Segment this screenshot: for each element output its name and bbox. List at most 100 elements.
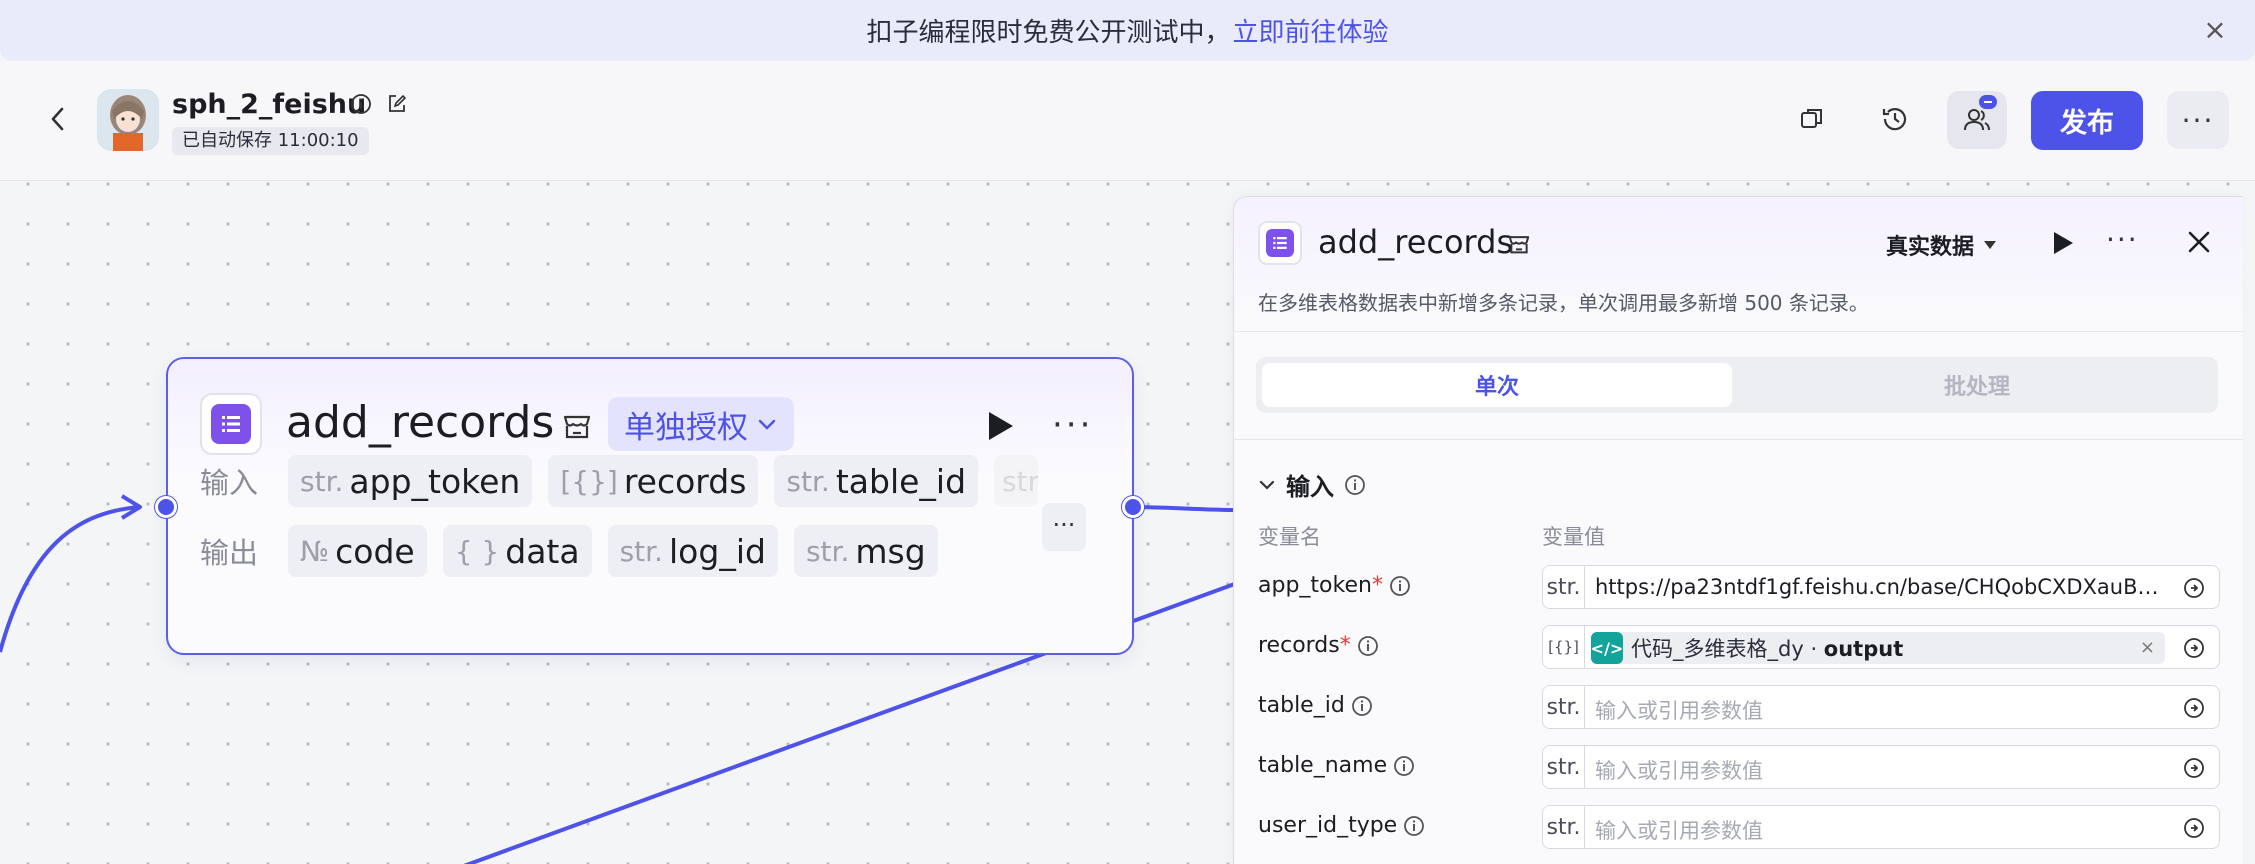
close-icon[interactable] <box>2184 227 2214 257</box>
chevron-down-icon <box>758 419 776 430</box>
param-label: user_id_type <box>1258 813 1425 838</box>
field-value[interactable]: https://pa23ntdf1gf.feishu.cn/base/CHQob… <box>1595 575 2165 599</box>
required-mark: * <box>1371 573 1383 598</box>
app-name-actions <box>350 93 408 115</box>
type-badge: str. <box>1543 806 1585 848</box>
table-id-field[interactable]: str. 输入或引用参数值 <box>1542 685 2220 729</box>
input-port[interactable] <box>155 496 177 518</box>
variable-reference-icon[interactable] <box>2183 757 2205 779</box>
param-row-records: records * [{}] </> 代码_多维表格_dy · output × <box>1258 625 2220 669</box>
plugin-store-icon <box>560 409 594 443</box>
info-icon[interactable] <box>1393 755 1415 777</box>
table-name-field[interactable]: str. 输入或引用参数值 <box>1542 745 2220 789</box>
info-icon[interactable] <box>1389 575 1411 597</box>
app-token-field[interactable]: str. https://pa23ntdf1gf.feishu.cn/base/… <box>1542 565 2220 609</box>
type-badge: № <box>300 534 330 568</box>
node-outputs-row: 输出 № code { } data str. log_id str. msg <box>200 525 938 577</box>
play-icon[interactable] <box>980 407 1018 445</box>
node-more-icon[interactable]: ··· <box>1052 405 1093 445</box>
variable-reference-icon[interactable] <box>2183 817 2205 839</box>
reference-label: 代码_多维表格_dy · output <box>1631 633 1903 663</box>
type-badge: str. <box>786 464 830 498</box>
more-inputs-button[interactable]: ··· <box>1042 503 1086 551</box>
column-header-name: 变量名 <box>1258 525 1321 549</box>
variable-reference-icon[interactable] <box>2183 637 2205 659</box>
field-placeholder: 输入或引用参数值 <box>1595 699 1763 723</box>
output-tag: str. log_id <box>607 525 778 577</box>
tab-batch[interactable]: 批处理 <box>1742 363 2212 407</box>
code-icon: </> <box>1591 632 1623 664</box>
input-tag: [{}] records <box>548 455 759 507</box>
close-icon[interactable]: × <box>2201 16 2229 44</box>
collaborators-button[interactable] <box>1947 91 2007 149</box>
reference-separator: · <box>1803 637 1824 661</box>
param-label: table_id <box>1258 693 1373 718</box>
info-icon[interactable] <box>1351 695 1373 717</box>
reference-field: output <box>1823 637 1904 661</box>
info-icon[interactable] <box>1403 815 1425 837</box>
publish-button[interactable]: 发布 <box>2031 91 2143 150</box>
info-icon[interactable] <box>1357 635 1379 657</box>
type-badge: [{}] <box>560 464 618 498</box>
auth-mode-label: 单独授权 <box>624 409 748 446</box>
outputs-label: 输出 <box>200 536 259 570</box>
avatar[interactable] <box>97 89 159 151</box>
field-placeholder: 输入或引用参数值 <box>1595 759 1763 783</box>
play-icon[interactable] <box>2046 227 2078 259</box>
param-name: app_token <box>1258 573 1372 598</box>
param-name: data <box>505 531 580 571</box>
type-badge: str. <box>805 534 850 568</box>
records-field[interactable]: [{}] </> 代码_多维表格_dy · output × <box>1542 625 2220 669</box>
panel-description: 在多维表格数据表中新增多条记录，单次调用最多新增 500 条记录。 <box>1258 291 1869 315</box>
remove-reference-icon[interactable]: × <box>2140 637 2155 658</box>
info-icon[interactable] <box>1344 474 1366 496</box>
variable-reference-chip[interactable]: </> 代码_多维表格_dy · output × <box>1591 632 2165 664</box>
input-tag-overflow: str <box>994 455 1039 507</box>
param-name: code <box>335 531 415 571</box>
back-arrow-icon[interactable] <box>44 101 74 137</box>
edit-icon[interactable] <box>386 93 408 115</box>
autosave-status: 已自动保存 11:00:10 <box>172 127 369 155</box>
param-name: table_id <box>1258 693 1345 718</box>
auth-mode-dropdown[interactable]: 单独授权 <box>608 397 794 451</box>
tab-single[interactable]: 单次 <box>1262 363 1732 407</box>
data-mode-label: 真实数据 <box>1886 235 1975 260</box>
banner-text: 扣子编程限时免费公开测试中， <box>866 18 1231 48</box>
param-name: records <box>623 461 747 501</box>
history-icon[interactable] <box>1875 99 1915 139</box>
run-mode-tabs: 单次 批处理 <box>1256 357 2218 413</box>
user-id-type-field[interactable]: str. 输入或引用参数值 <box>1542 805 2220 849</box>
chevron-down-icon <box>1259 480 1275 490</box>
section-title: 输入 <box>1286 473 1334 501</box>
divider <box>1234 439 2243 440</box>
promo-banner: 扣子编程限时免费公开测试中， 立即前往体验 × <box>0 0 2255 61</box>
workflow-node-add-records[interactable]: add_records 单独授权 ··· 输入 str. app_token [{… <box>166 357 1134 655</box>
output-tag: { } data <box>442 525 592 577</box>
node-inputs-row: 输入 str. app_token [{}] records str. table_i… <box>200 455 1039 507</box>
param-name: records <box>1258 633 1340 658</box>
info-icon[interactable] <box>350 93 372 115</box>
plugin-store-icon <box>1506 231 1532 257</box>
param-name: table_name <box>1258 753 1388 778</box>
app-header: sph_2_feishu 已自动保存 11:00:10 发布 ··· <box>0 61 2255 181</box>
param-name: log_id <box>669 531 766 571</box>
panel-more-icon[interactable]: ··· <box>2106 223 2139 256</box>
type-badge: str. <box>1543 686 1585 728</box>
field-placeholder: 输入或引用参数值 <box>1595 819 1763 843</box>
variable-reference-icon[interactable] <box>2183 697 2205 719</box>
node-title: add_records <box>286 397 555 448</box>
node-config-panel: add_records 真实数据 ··· 在多维表格数据表中新增多条记录，单次调… <box>1233 196 2243 864</box>
type-badge: str. <box>300 464 344 498</box>
variable-reference-icon[interactable] <box>2183 577 2205 599</box>
output-port[interactable] <box>1122 496 1144 518</box>
input-section-toggle[interactable]: 输入 <box>1258 467 1366 502</box>
param-label: app_token * <box>1258 573 1411 598</box>
banner-link[interactable]: 立即前往体验 <box>1233 12 1389 49</box>
table-icon <box>1258 221 1302 265</box>
type-badge: str. <box>1543 746 1585 788</box>
copy-icon[interactable] <box>1792 99 1832 139</box>
data-mode-dropdown[interactable]: 真实数据 <box>1886 229 1998 261</box>
panel-title: add_records <box>1318 223 1514 261</box>
users-icon <box>1964 109 1990 131</box>
more-options-button[interactable]: ··· <box>2167 91 2229 149</box>
